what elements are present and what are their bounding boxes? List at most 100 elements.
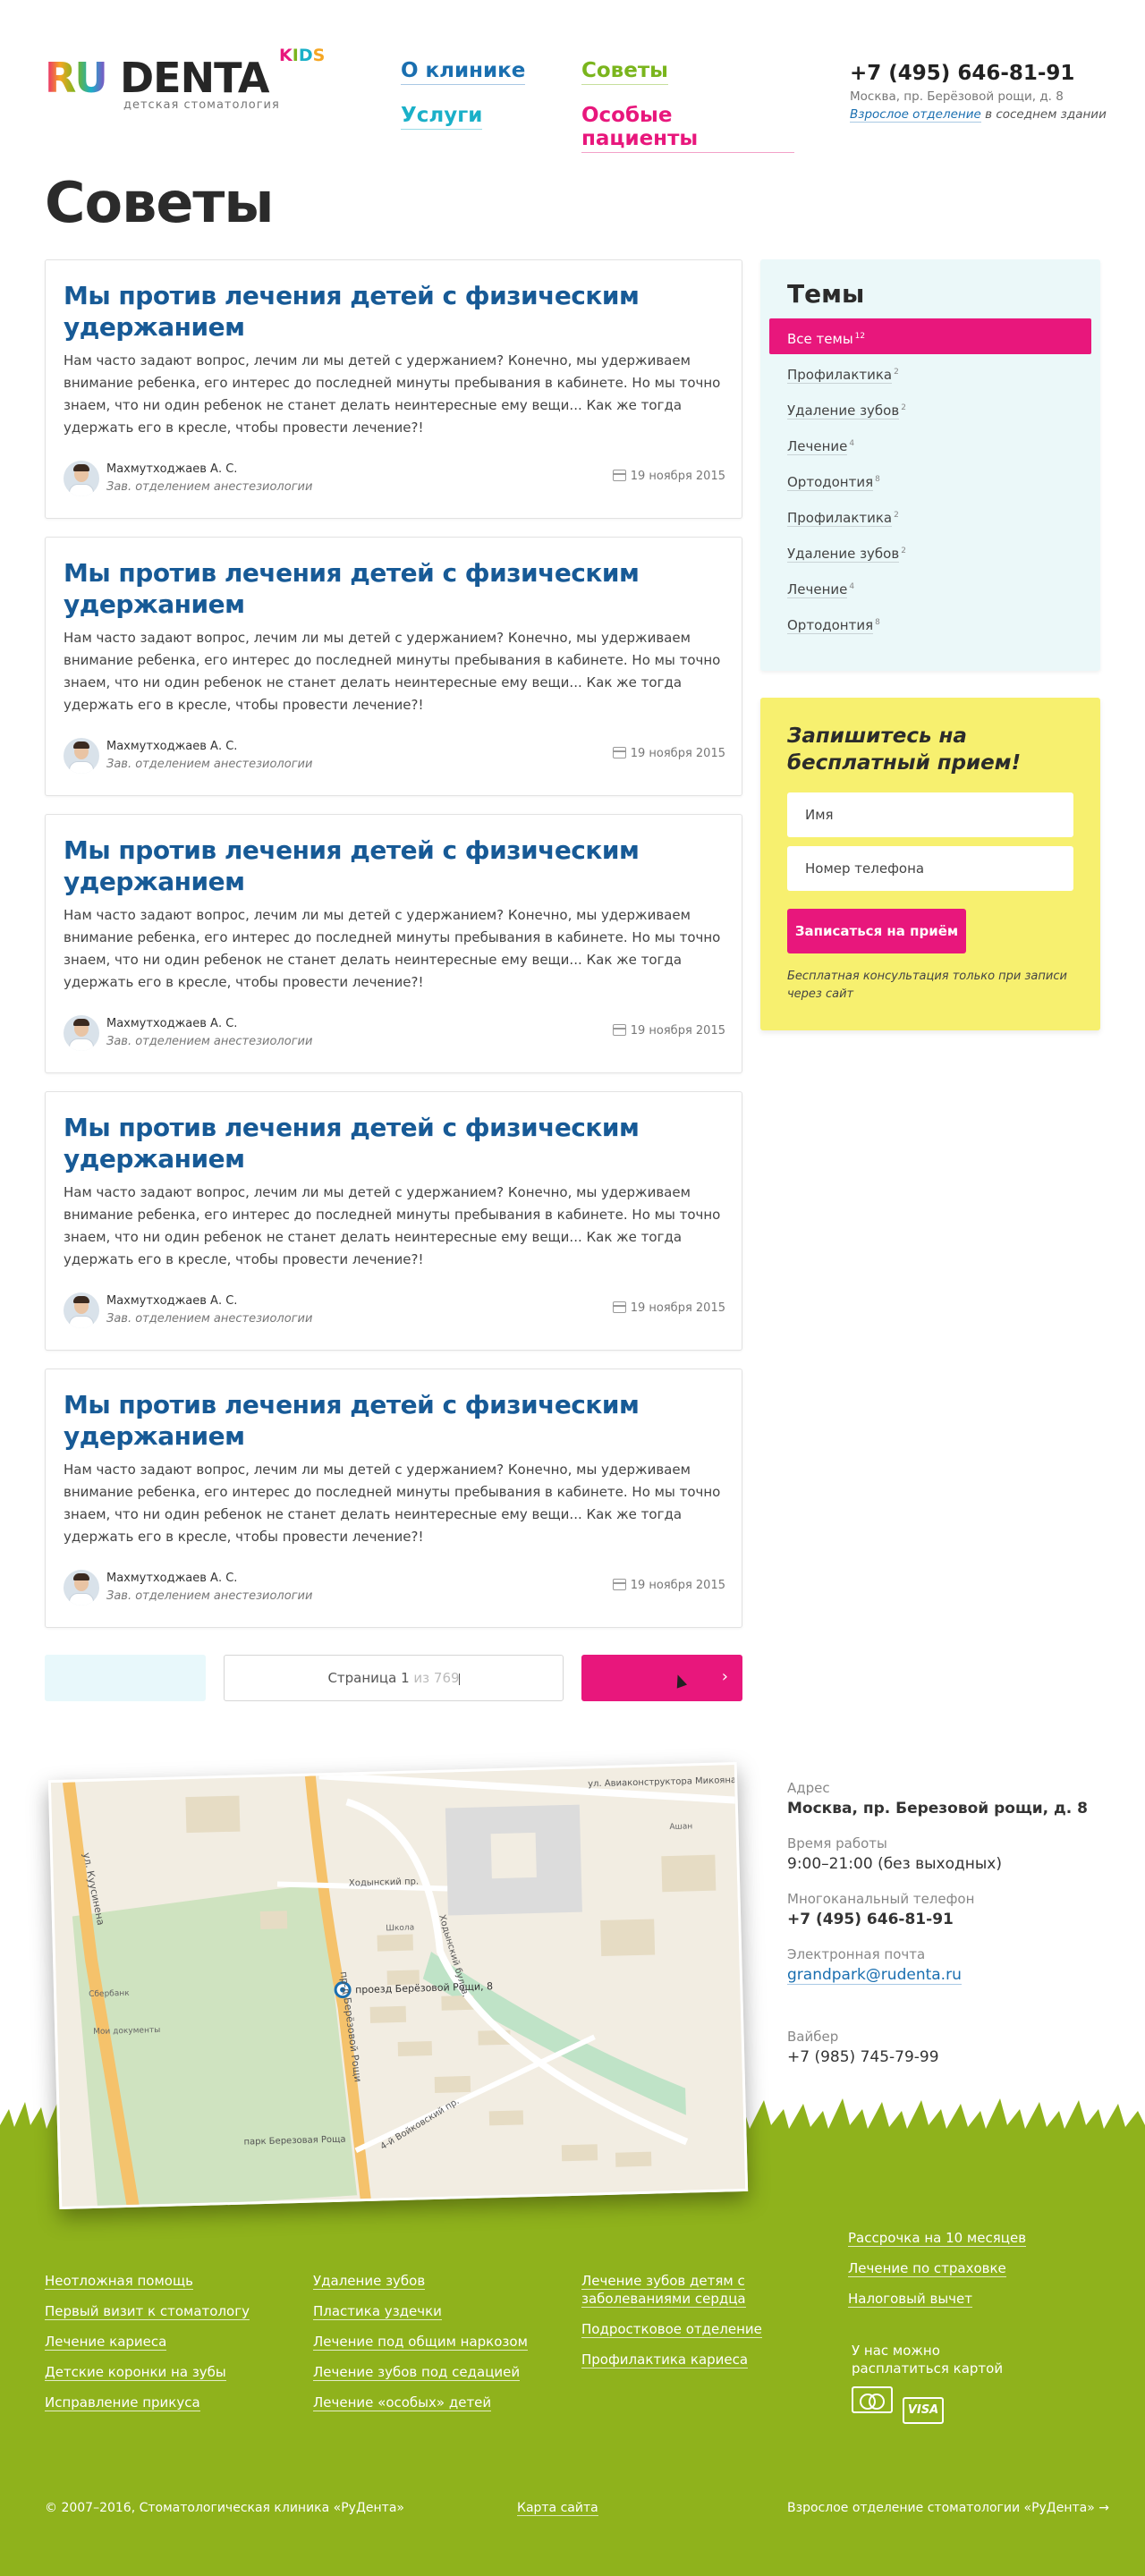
author-name: Махмутходжаев А. С. xyxy=(106,1017,238,1030)
footer-link[interactable]: Пластика уздечки xyxy=(313,2302,528,2320)
topic-count: 4 xyxy=(849,439,855,448)
article-card[interactable]: Мы против лечения детей с физическим уде… xyxy=(45,1368,742,1628)
header-phone[interactable]: +7 (495) 646-81-91 xyxy=(850,61,1118,86)
nav-advice[interactable]: Советы xyxy=(581,59,668,85)
footer-link[interactable]: Налоговый вычет xyxy=(848,2290,1026,2308)
article-date-text: 19 ноября 2015 xyxy=(630,1024,725,1038)
payment-cards: У нас можно расплатиться картой VISA xyxy=(852,2342,1030,2424)
signup-note: Бесплатная консультация только при запис… xyxy=(787,970,1067,1001)
article-title[interactable]: Мы против лечения детей с физическим уде… xyxy=(64,1112,725,1174)
author-name: Махмутходжаев А. С. xyxy=(106,1294,238,1308)
footer-column: Рассрочка на 10 месяцев Лечение по страх… xyxy=(848,2229,1027,2320)
email-value: grandpark@rudenta.ru xyxy=(787,1964,1109,1986)
topic-item[interactable]: Ортодонтия 8 xyxy=(769,462,1091,497)
footer-link[interactable]: Подростковое отделение xyxy=(581,2320,778,2338)
topic-item[interactable]: Лечение 4 xyxy=(769,569,1091,605)
topic-item-all[interactable]: Все темы 12 xyxy=(769,318,1091,354)
author-role: Зав. отделением анестезиологии xyxy=(106,1035,313,1048)
topic-item[interactable]: Профилактика 2 xyxy=(769,354,1091,390)
topic-count: 8 xyxy=(875,618,880,627)
calendar-icon xyxy=(612,470,626,481)
author-name: Махмутходжаев А. С. xyxy=(106,462,238,476)
topic-count: 8 xyxy=(875,475,880,484)
topic-item[interactable]: Лечение 4 xyxy=(769,426,1091,462)
topic-label: Удаление зубов xyxy=(787,402,900,419)
page-current: Страница 1 xyxy=(327,1670,410,1686)
payment-text: У нас можно расплатиться картой xyxy=(852,2343,1004,2377)
article-excerpt: Нам часто задают вопрос, лечим ли мы дет… xyxy=(64,630,721,713)
footer-link[interactable]: Лечение зубов под седацией xyxy=(313,2363,528,2381)
article-card[interactable]: Мы против лечения детей с физическим уде… xyxy=(45,814,742,1073)
next-page-button[interactable]: › xyxy=(581,1655,742,1701)
mouse-pointer-icon xyxy=(672,1673,688,1689)
nav-special-patients[interactable]: Особые пациенты xyxy=(581,104,794,153)
footer-link[interactable]: Лечение под общим наркозом xyxy=(313,2333,528,2351)
hours-value: 9:00–21:00 (без выходных) xyxy=(787,1855,1002,1873)
footer-link[interactable]: Профилактика кариеса xyxy=(581,2351,778,2368)
footer-link[interactable]: Первый визит к стоматологу xyxy=(45,2302,250,2320)
article-card[interactable]: Мы против лечения детей с физическим уде… xyxy=(45,259,742,519)
topic-count: 2 xyxy=(901,547,906,555)
text-cursor-icon xyxy=(459,1674,460,1685)
card-logos: VISA xyxy=(852,2386,1030,2424)
topic-label: Ортодонтия xyxy=(787,617,874,634)
topics-title: Темы xyxy=(787,279,865,309)
article-card[interactable]: Мы против лечения детей с физическим уде… xyxy=(45,1091,742,1351)
topic-item[interactable]: Профилактика 2 xyxy=(769,497,1091,533)
contact-info: Адрес Москва, пр. Березовой рощи, д. 8 В… xyxy=(787,1778,1109,2082)
topic-list: Все темы 12 Профилактика 2 Удаление зубов 2… xyxy=(769,318,1091,640)
adult-dept-link[interactable]: Взрослое отделение xyxy=(850,107,981,123)
footer-link[interactable]: Лечение «особых» детей xyxy=(313,2394,528,2411)
topic-label: Ортодонтия xyxy=(787,474,874,491)
page-input[interactable]: Страница 1 из 769 xyxy=(224,1655,564,1701)
footer-links: Неотложная помощь Первый визит к стомато… xyxy=(45,2230,1109,2451)
signup-form: Запишитесь на бесплатный прием! Записать… xyxy=(760,698,1100,1030)
adult-dept-footer-link[interactable]: Взрослое отделение стоматологии «РуДента… xyxy=(787,2501,1109,2515)
article-author: Махмутходжаев А. С. Зав. отделением анес… xyxy=(64,736,725,775)
author-name: Махмутходжаев А. С. xyxy=(106,1572,238,1585)
article-card[interactable]: Мы против лечения детей с физическим уде… xyxy=(45,537,742,796)
topic-count: 12 xyxy=(854,332,866,341)
topic-item[interactable]: Удаление зубов 2 xyxy=(769,533,1091,569)
footer-link[interactable]: Исправление прикуса xyxy=(45,2394,250,2411)
site-logo[interactable]: RU DENTA KIDS детская стоматология xyxy=(45,47,331,116)
footer-link[interactable]: Детские коронки на зубы xyxy=(45,2363,250,2381)
phone-field[interactable] xyxy=(787,846,1073,891)
footer-link[interactable]: Рассрочка на 10 месяцев xyxy=(848,2229,1027,2247)
map-poi-label: Сбербанк xyxy=(89,1989,130,1999)
location-map[interactable]: проезд Берёзовой Рощи, 8 парк Березовая … xyxy=(47,1762,749,2209)
sitemap-link[interactable]: Карта сайта xyxy=(517,2501,598,2516)
article-title[interactable]: Мы против лечения детей с физическим уде… xyxy=(64,1389,725,1452)
email-link[interactable]: grandpark@rudenta.ru xyxy=(787,1966,962,1985)
footer-bottom: © 2007–2016, Стоматологическая клиника «… xyxy=(45,2501,1109,2528)
author-role: Зав. отделением анестезиологии xyxy=(106,1589,313,1603)
article-title[interactable]: Мы против лечения детей с физическим уде… xyxy=(64,280,725,343)
article-title[interactable]: Мы против лечения детей с физическим уде… xyxy=(64,835,725,897)
article-author: Махмутходжаев А. С. Зав. отделением анес… xyxy=(64,1568,725,1607)
nav-services[interactable]: Услуги xyxy=(401,104,483,130)
topic-label: Все темы xyxy=(787,331,853,347)
prev-page-button[interactable] xyxy=(45,1655,206,1701)
footer-link[interactable]: Лечение кариеса xyxy=(45,2333,250,2351)
nav-about[interactable]: О клинике xyxy=(401,59,526,85)
phone-value[interactable]: +7 (495) 646-81-91 xyxy=(787,1909,1109,1930)
logo-ru: RU xyxy=(45,54,108,102)
viber-value[interactable]: +7 (985) 745-79-99 xyxy=(787,2046,1109,2068)
author-role: Зав. отделением анестезиологии xyxy=(106,480,313,494)
header-address: Москва, пр. Берёзовой рощи, д. 8 xyxy=(850,89,1064,104)
footer-link[interactable]: Лечение по страховке xyxy=(848,2259,1026,2277)
footer-link[interactable]: Удаление зубов xyxy=(313,2272,528,2290)
footer-link[interactable]: Неотложная помощь xyxy=(45,2272,250,2290)
name-field[interactable] xyxy=(787,792,1073,837)
topic-item[interactable]: Ортодонтия 8 xyxy=(769,605,1091,640)
article-title[interactable]: Мы против лечения детей с физическим уде… xyxy=(64,557,725,620)
author-name: Махмутходжаев А. С. xyxy=(106,740,238,753)
logo-denta: DENTA xyxy=(120,54,270,102)
topic-item[interactable]: Удаление зубов 2 xyxy=(769,390,1091,426)
signup-submit-button[interactable]: Записаться на приём xyxy=(787,909,966,953)
header-adult-dept: Взрослое отделение в соседнем здании xyxy=(850,107,1118,123)
email-label: Электронная почта xyxy=(787,1946,926,1962)
map-poi-label: Школа xyxy=(386,1924,414,1934)
footer-link[interactable]: Лечение зубов детям с заболеваниями серд… xyxy=(581,2272,778,2308)
header-contacts: +7 (495) 646-81-91 Москва, пр. Берёзовой… xyxy=(850,61,1118,123)
